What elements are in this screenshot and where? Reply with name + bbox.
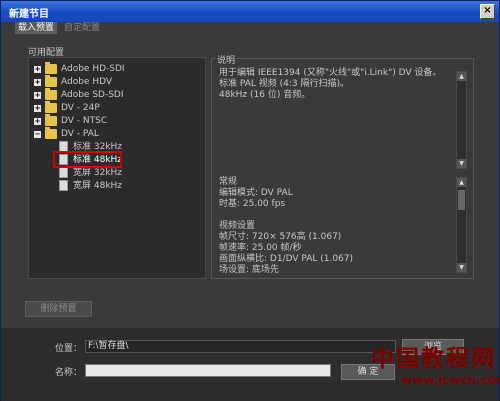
scroll-thumb[interactable] bbox=[458, 190, 465, 210]
tab-custom-settings[interactable]: 自定配置 bbox=[61, 22, 103, 34]
info-line: 编辑模式: DV PAL bbox=[219, 188, 293, 198]
title-bar: 新建节目 × bbox=[1, 1, 499, 22]
folder-icon bbox=[45, 101, 57, 113]
description-scrollbar[interactable]: ▲ ▼ bbox=[456, 71, 467, 169]
location-field[interactable]: F:\暂存盘\ bbox=[85, 340, 396, 353]
watermark-logo-text: 中国教程网 bbox=[371, 345, 496, 372]
preset-info-text: 常规 编辑模式: DV PAL 时基: 25.00 fps 视频设置 帧尺寸: … bbox=[219, 177, 451, 275]
delete-preset-button[interactable]: 删除预置 bbox=[25, 301, 92, 317]
preset-file-icon bbox=[59, 180, 68, 191]
folder-icon bbox=[45, 114, 57, 126]
folder-open-icon bbox=[45, 127, 57, 139]
description-line: 标准 PAL 视频 (4:3 隔行扫描)。 bbox=[219, 79, 349, 89]
name-input[interactable] bbox=[85, 364, 331, 377]
folder-icon bbox=[45, 75, 57, 87]
new-project-dialog: 新建节目 × 载入预置 自定配置 可用配置 + Adobe HD-SDI + A… bbox=[0, 0, 500, 401]
info-line: 帧速率: 25.00 帧/秒 bbox=[219, 243, 302, 253]
folder-icon bbox=[45, 88, 57, 100]
window-title: 新建节目 bbox=[9, 9, 49, 20]
description-legend: 说明 bbox=[215, 53, 238, 66]
expand-icon[interactable]: + bbox=[34, 118, 41, 125]
preset-file-icon bbox=[59, 167, 68, 178]
scroll-up-icon[interactable]: ▲ bbox=[457, 72, 466, 81]
name-label: 名称： bbox=[55, 368, 83, 378]
scroll-down-icon[interactable]: ▼ bbox=[457, 263, 466, 272]
tab-load-preset[interactable]: 载入预置 bbox=[15, 22, 58, 34]
info-line: 画面纵横比: D1/DV PAL (1.067) bbox=[219, 254, 354, 264]
expand-icon[interactable]: + bbox=[34, 92, 41, 99]
collapse-icon[interactable]: − bbox=[34, 131, 41, 138]
info-line: 场设置: 底场先 bbox=[219, 265, 279, 275]
close-icon[interactable]: × bbox=[480, 4, 495, 19]
description-line: 48kHz (16 位) 音频。 bbox=[219, 90, 311, 100]
expand-icon[interactable]: + bbox=[34, 105, 41, 112]
info-line: 视频设置 bbox=[219, 221, 256, 231]
tab-bar: 载入预置 自定配置 bbox=[1, 22, 499, 34]
scroll-up-icon[interactable]: ▲ bbox=[457, 178, 466, 187]
description-line: 用于编辑 IEEE1394 (又称"火线"或"i.Link") DV 设备。 bbox=[219, 68, 442, 78]
selection-highlight-box bbox=[53, 151, 122, 168]
preset-tree: + Adobe HD-SDI + Adobe HDV + Adobe SD-SD… bbox=[28, 57, 206, 279]
info-scrollbar[interactable]: ▲ ▼ bbox=[456, 177, 467, 273]
location-label: 位置： bbox=[55, 344, 83, 354]
info-line: 帧尺寸: 720× 576高 (1.067) bbox=[219, 232, 342, 242]
expand-icon[interactable]: + bbox=[34, 79, 41, 86]
info-line: 常规 bbox=[219, 177, 238, 187]
scroll-down-icon[interactable]: ▼ bbox=[457, 159, 466, 168]
info-line: 时基: 25.00 fps bbox=[219, 199, 286, 209]
expand-icon[interactable]: + bbox=[34, 66, 41, 73]
description-text: 用于编辑 IEEE1394 (又称"火线"或"i.Link") DV 设备。 标… bbox=[219, 68, 451, 168]
watermark-url: www.jcwcn.com bbox=[401, 373, 500, 387]
folder-icon bbox=[45, 62, 57, 74]
